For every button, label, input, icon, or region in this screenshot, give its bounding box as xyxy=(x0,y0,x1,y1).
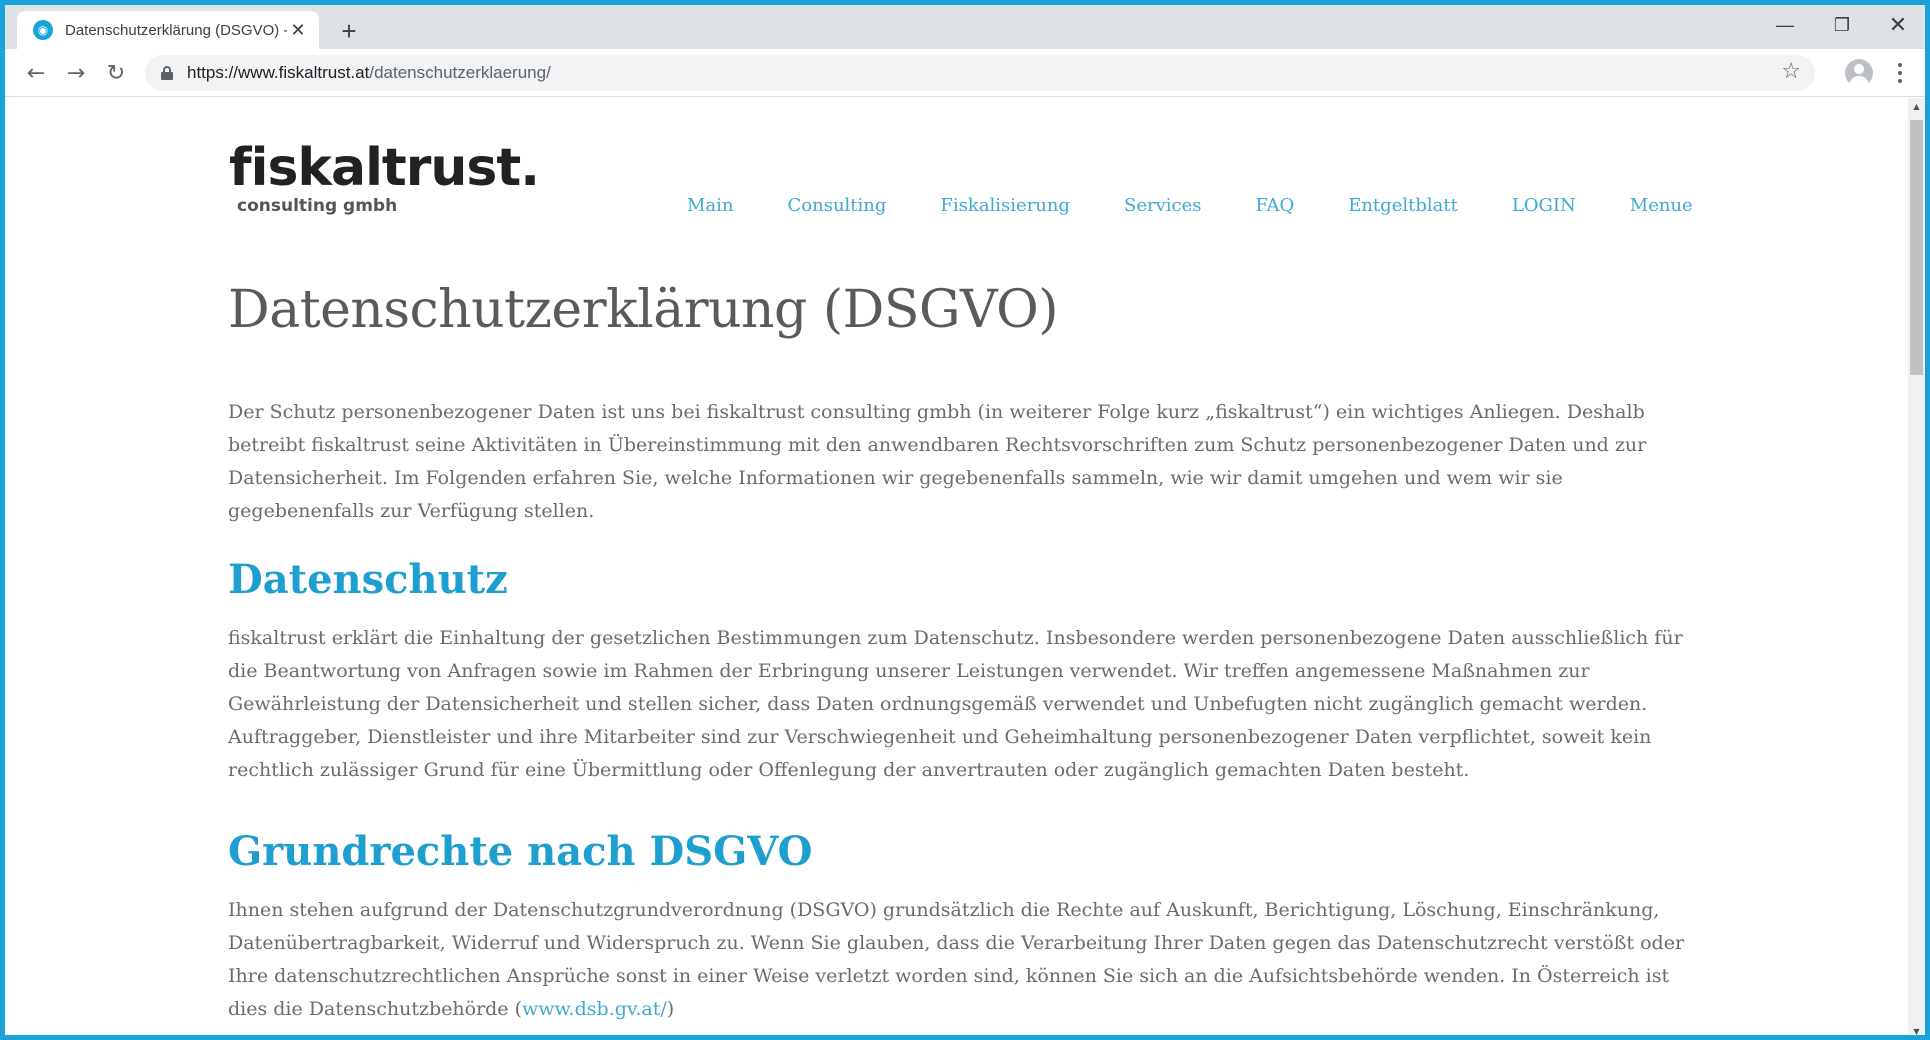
url-domain: https://www.fiskaltrust.at xyxy=(187,63,370,82)
intro-paragraph: Der Schutz personenbezogener Daten ist u… xyxy=(228,401,1647,522)
back-arrow-icon[interactable]: ← xyxy=(21,58,51,88)
page-viewport: fiskaltrust. consulting gmbh Main Consul… xyxy=(5,98,1925,1035)
grundrechte-text: Ihnen stehen aufgrund der Datenschutzgru… xyxy=(228,899,1685,1020)
address-bar[interactable]: https://www.fiskaltrust.at/datenschutzer… xyxy=(145,55,1815,91)
nav-link-consulting[interactable]: Consulting xyxy=(788,195,887,216)
scrollbar-thumb[interactable] xyxy=(1910,120,1923,375)
section-paragraph-grundrechte: Ihnen stehen aufgrund der Datenschutzgru… xyxy=(228,894,1688,1026)
logo-subtitle: consulting gmbh xyxy=(237,196,398,216)
site-logo[interactable]: fiskaltrust. consulting gmbh xyxy=(229,138,540,216)
nav-link-faq[interactable]: FAQ xyxy=(1256,195,1295,216)
browser-toolbar: ← → ↻ https://www.fiskaltrust.at/datensc… xyxy=(5,49,1925,97)
nav-link-menue[interactable]: Menue xyxy=(1630,195,1693,216)
url-text[interactable]: https://www.fiskaltrust.at/datenschutzer… xyxy=(187,63,551,83)
tab-title: Datenschutzerklärung (DSGVO) - xyxy=(65,21,288,39)
browser-menu-icon[interactable] xyxy=(1890,59,1910,87)
tab-close-icon[interactable]: ✕ xyxy=(287,19,309,41)
section-heading-datenschutz: Datenschutz xyxy=(228,556,508,603)
site-navigation: Main Consulting Fiskalisierung Services … xyxy=(687,195,1747,216)
page-title: Datenschutzerklärung (DSGVO) xyxy=(228,280,1059,340)
logo-wordmark: fiskaltrust. xyxy=(229,138,540,198)
nav-link-login[interactable]: LOGIN xyxy=(1512,195,1576,216)
forward-arrow-icon[interactable]: → xyxy=(61,58,91,88)
section-paragraph-datenschutz: fiskaltrust erklärt die Einhaltung der g… xyxy=(228,627,1683,781)
grundrechte-tail: ) xyxy=(666,998,675,1020)
close-window-button[interactable]: ✕ xyxy=(1873,9,1923,41)
browser-window: ◉ Datenschutzerklärung (DSGVO) - ✕ + — ❐… xyxy=(0,0,1930,1040)
vertical-scrollbar[interactable]: ▲ ▼ xyxy=(1908,98,1925,1035)
browser-tab[interactable]: ◉ Datenschutzerklärung (DSGVO) - ✕ xyxy=(17,11,319,49)
bookmark-star-icon[interactable]: ☆ xyxy=(1781,59,1801,84)
nav-link-fiskalisierung[interactable]: Fiskalisierung xyxy=(940,195,1070,216)
new-tab-button[interactable]: + xyxy=(335,16,363,46)
scroll-down-arrow-icon[interactable]: ▼ xyxy=(1908,1023,1925,1035)
dsb-link[interactable]: www.dsb.gv.at/ xyxy=(522,998,667,1020)
section-heading-grundrechte: Grundrechte nach DSGVO xyxy=(228,828,813,875)
profile-avatar-icon[interactable] xyxy=(1845,59,1873,87)
minimize-button[interactable]: — xyxy=(1760,9,1810,41)
nav-link-main[interactable]: Main xyxy=(687,195,734,216)
restore-button[interactable]: ❐ xyxy=(1817,9,1867,41)
nav-link-services[interactable]: Services xyxy=(1124,195,1201,216)
reload-icon[interactable]: ↻ xyxy=(101,58,131,88)
url-path: /datenschutzerklaerung/ xyxy=(369,63,551,82)
lock-icon[interactable] xyxy=(161,66,173,80)
nav-link-entgeltblatt[interactable]: Entgeltblatt xyxy=(1348,195,1458,216)
scroll-up-arrow-icon[interactable]: ▲ xyxy=(1908,98,1925,115)
site-favicon-icon: ◉ xyxy=(33,20,53,40)
tab-strip: ◉ Datenschutzerklärung (DSGVO) - ✕ + — ❐… xyxy=(5,5,1925,49)
